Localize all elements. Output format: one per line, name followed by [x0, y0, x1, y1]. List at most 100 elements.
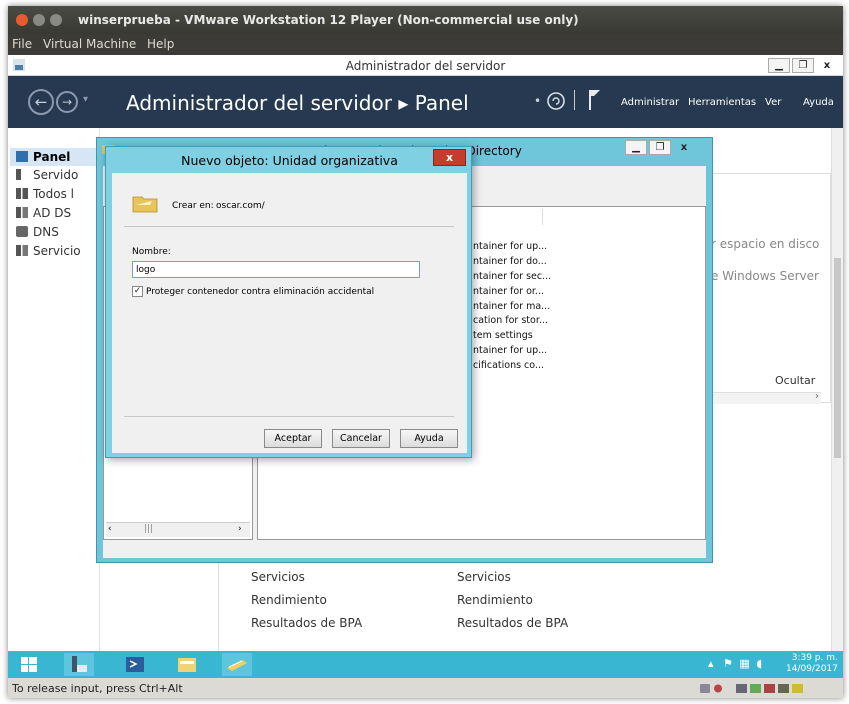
- server-icon: [16, 169, 21, 180]
- flag-icon[interactable]: [588, 88, 602, 112]
- close-button[interactable]: x: [816, 58, 838, 73]
- list-item[interactable]: ntainer for up...: [473, 241, 547, 252]
- taskbar: ▴ ⚑ ▦ ◖ 3:39 p. m. 14/09/2017: [8, 651, 843, 678]
- list-item[interactable]: cation for stor...: [473, 315, 548, 326]
- dropdown-icon[interactable]: •: [534, 94, 541, 108]
- chevron-left-icon[interactable]: ‹: [108, 524, 112, 534]
- clock-time: 3:39 p. m.: [791, 653, 838, 663]
- divider: [124, 416, 454, 417]
- ok-button[interactable]: Aceptar: [264, 429, 322, 448]
- sidebar: Panel Servido Todos l AD DS DNS Servicio: [8, 128, 100, 651]
- close-button[interactable]: [16, 14, 28, 26]
- server-manager-taskbar-icon[interactable]: [64, 653, 94, 676]
- system-tray[interactable]: ▴ ⚑ ▦ ◖: [708, 657, 762, 670]
- close-button[interactable]: x: [433, 149, 466, 166]
- create-in-label: Crear en:: [172, 201, 214, 211]
- menu-file[interactable]: File: [12, 37, 32, 51]
- vmware-window: winserprueba - VMware Workstation 12 Pla…: [8, 6, 843, 698]
- menu-virtual-machine[interactable]: Virtual Machine: [43, 37, 136, 51]
- history-dropdown-icon[interactable]: ▾: [83, 94, 88, 105]
- create-in-value: oscar.com/: [216, 201, 265, 211]
- restore-button[interactable]: ❐: [792, 58, 814, 73]
- dialog-body: Crear en: oscar.com/ Nombre: ✓ Proteger …: [112, 173, 467, 453]
- server-manager-header: ← → ▾ Administrador del servidor ▸ Panel…: [8, 76, 843, 128]
- dns-icon: [16, 226, 28, 237]
- vmware-statusbar: To release input, press Ctrl+Alt: [8, 678, 843, 698]
- server-manager-titlebar: Administrador del servidor ▁ ❐ x: [8, 55, 843, 76]
- status-text: To release input, press Ctrl+Alt: [12, 682, 183, 695]
- horizontal-scrollbar[interactable]: ‹ ||| ›: [106, 522, 250, 537]
- list-item[interactable]: ntainer for or...: [473, 286, 544, 297]
- chevron-up-icon[interactable]: ▴: [708, 657, 714, 670]
- scrollbar-thumb[interactable]: [834, 258, 841, 458]
- flag-icon[interactable]: ⚑: [723, 657, 733, 670]
- menu-help[interactable]: Help: [147, 37, 174, 51]
- minimize-button[interactable]: [33, 14, 45, 26]
- sidebar-item-dns[interactable]: DNS: [16, 225, 59, 239]
- list-item[interactable]: cifications co...: [473, 360, 544, 371]
- scrollbar-thumb[interactable]: |||: [144, 524, 153, 534]
- sidebar-item-todos-servidores[interactable]: Todos l: [16, 187, 74, 201]
- list-item[interactable]: ntainer for up...: [473, 345, 547, 356]
- menu-herramientas[interactable]: Herramientas: [688, 97, 756, 108]
- sidebar-item-servidor-local[interactable]: Servido: [16, 168, 78, 182]
- name-label: Nombre:: [132, 247, 171, 257]
- network-icon[interactable]: ▦: [739, 657, 749, 670]
- welcome-text-line1: r espacio en disco: [711, 237, 820, 251]
- servers-icon: [16, 188, 28, 199]
- sidebar-item-ad-ds[interactable]: AD DS: [16, 206, 71, 220]
- start-icon[interactable]: [14, 653, 44, 676]
- tile1-servicios[interactable]: Servicios: [251, 570, 305, 584]
- vmware-title: winserprueba - VMware Workstation 12 Pla…: [78, 13, 579, 27]
- chevron-right-icon[interactable]: ›: [238, 524, 242, 534]
- file-explorer-icon[interactable]: [172, 653, 202, 676]
- maximize-button[interactable]: [50, 14, 62, 26]
- back-button[interactable]: ←: [28, 89, 54, 115]
- volume-icon[interactable]: ◖: [756, 657, 762, 670]
- minimize-button[interactable]: ▁: [768, 58, 790, 73]
- guest-screen: Administrador del servidor ▁ ❐ x ← → ▾ A…: [8, 55, 843, 678]
- tile2-servicios[interactable]: Servicios: [457, 570, 511, 584]
- tile2-rendimiento[interactable]: Rendimiento: [457, 593, 533, 607]
- breadcrumb: Administrador del servidor ▸ Panel: [126, 91, 469, 115]
- menu-ver[interactable]: Ver: [765, 97, 781, 108]
- device-icons[interactable]: [698, 682, 838, 695]
- list-item[interactable]: ntainer for sec...: [473, 271, 551, 282]
- sidebar-item-panel[interactable]: Panel: [10, 148, 99, 166]
- refresh-icon[interactable]: [546, 91, 566, 111]
- sidebar-item-servicios-archivos[interactable]: Servicio: [16, 244, 81, 258]
- menu-administrar[interactable]: Administrar: [621, 97, 679, 108]
- powershell-icon[interactable]: [120, 653, 150, 676]
- server-manager-title: Administrador del servidor: [345, 59, 506, 73]
- tile2-resultados-bpa[interactable]: Resultados de BPA: [457, 616, 568, 630]
- cancel-button[interactable]: Cancelar: [332, 429, 390, 448]
- help-button[interactable]: Ayuda: [400, 429, 458, 448]
- vmware-titlebar: winserprueba - VMware Workstation 12 Pla…: [8, 6, 843, 34]
- minimize-button[interactable]: ▁: [625, 140, 647, 155]
- folder-icon: [132, 196, 158, 213]
- tile1-rendimiento[interactable]: Rendimiento: [251, 593, 327, 607]
- dashboard-icon: [16, 151, 28, 162]
- horizontal-scrollbar[interactable]: ›: [709, 391, 821, 404]
- chevron-right-icon[interactable]: ›: [815, 391, 819, 402]
- restore-button[interactable]: ❐: [649, 140, 671, 155]
- hide-link[interactable]: Ocultar: [775, 374, 815, 387]
- menu-ayuda[interactable]: Ayuda: [803, 97, 834, 108]
- column-header-descripcion[interactable]: n: [463, 209, 543, 225]
- list-item[interactable]: ntainer for ma...: [473, 301, 550, 312]
- list-item[interactable]: ntainer for do...: [473, 256, 547, 267]
- clock[interactable]: 3:39 p. m. 14/09/2017: [786, 653, 838, 675]
- list-item[interactable]: tem settings: [473, 330, 533, 341]
- tile1-resultados-bpa[interactable]: Resultados de BPA: [251, 616, 362, 630]
- new-ou-dialog: Nuevo objeto: Unidad organizativa x Crea…: [105, 146, 472, 458]
- name-input[interactable]: [132, 261, 420, 278]
- protect-checkbox[interactable]: ✓: [132, 286, 143, 297]
- close-button[interactable]: x: [673, 140, 695, 155]
- welcome-text-line2: e Windows Server: [711, 269, 819, 283]
- dashboard-tiles: Servicios Rendimiento Resultados de BPA …: [218, 558, 613, 651]
- vmware-menubar: File Virtual Machine Help: [8, 34, 843, 55]
- aduc-taskbar-icon[interactable]: [222, 653, 252, 676]
- vertical-scrollbar[interactable]: [831, 128, 843, 651]
- clock-date: 14/09/2017: [786, 664, 838, 674]
- forward-button[interactable]: →: [56, 91, 78, 113]
